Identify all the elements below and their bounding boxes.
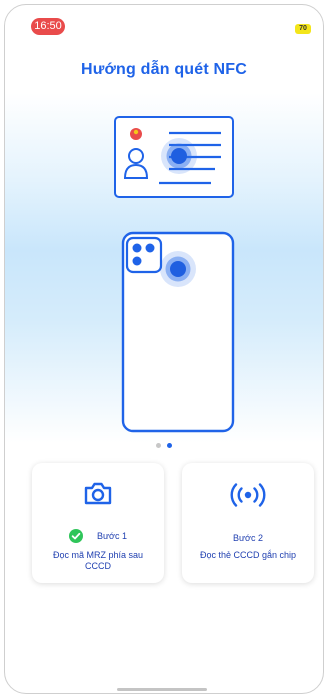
step-2-card[interactable]: Bước 2 Đọc thẻ CCCD gắn chip bbox=[182, 463, 314, 583]
step-1-description: Đọc mã MRZ phía sau CCCD bbox=[52, 550, 144, 571]
battery-indicator: 70 bbox=[295, 24, 311, 34]
home-indicator[interactable] bbox=[117, 688, 207, 691]
camera-icon bbox=[84, 482, 112, 505]
step-1-card[interactable]: Bước 1 Đọc mã MRZ phía sau CCCD bbox=[32, 463, 164, 583]
check-icon bbox=[69, 529, 84, 543]
status-bar: 16:50 70 bbox=[5, 5, 323, 45]
step-1-label: Bước 1 bbox=[97, 531, 127, 541]
status-time: 16:50 bbox=[31, 18, 65, 35]
page-indicator[interactable] bbox=[5, 435, 323, 448]
id-card-illustration bbox=[114, 116, 234, 198]
phone-back-illustration bbox=[121, 231, 235, 433]
page-title: Hướng dẫn quét NFC bbox=[80, 61, 248, 78]
page-dot[interactable] bbox=[156, 443, 161, 448]
step-2-description: Đọc thẻ CCCD gắn chip bbox=[199, 550, 297, 560]
step-1-status-row: Bước 1 bbox=[32, 529, 164, 543]
nfc-icon bbox=[230, 483, 266, 507]
page-dot-active[interactable] bbox=[167, 443, 172, 448]
phone-frame: 16:50 70 Hướng dẫn quét NFC Bước 1 Đọc m… bbox=[4, 4, 324, 694]
step-2-label: Bước 2 bbox=[233, 533, 263, 543]
